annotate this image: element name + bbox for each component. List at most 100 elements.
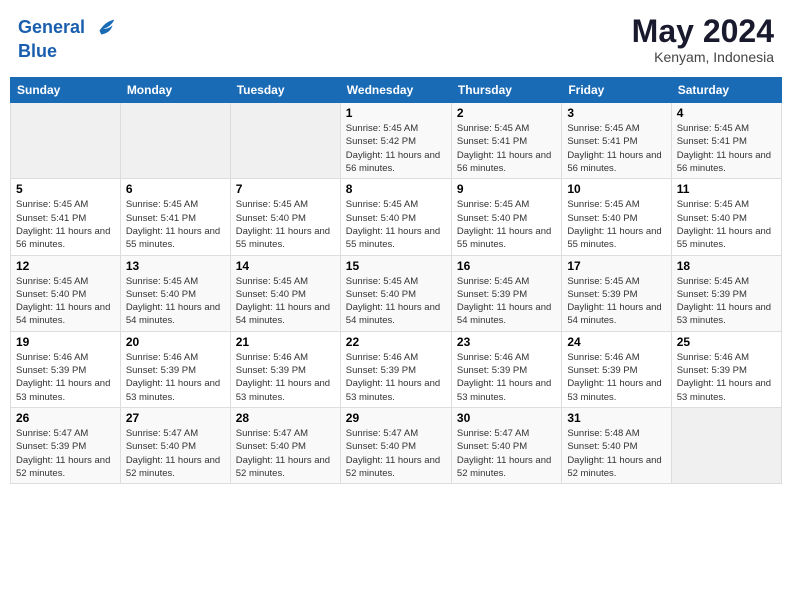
weekday-header-tuesday: Tuesday [230,78,340,103]
day-number: 1 [346,106,446,120]
day-info: Sunrise: 5:45 AM Sunset: 5:40 PM Dayligh… [346,275,446,328]
day-cell: 11Sunrise: 5:45 AM Sunset: 5:40 PM Dayli… [671,179,781,255]
day-cell: 24 Sunrise: 5:46 AM Sunset: 5:39 PM Dayli… [562,331,671,407]
day-info: Sunrise: 5:45 AM Sunset: 5:40 PM Dayligh… [126,275,225,328]
day-number: 10 [567,182,665,196]
day-number: 24 [567,335,665,349]
day-cell: 8 Sunrise: 5:45 AM Sunset: 5:40 PM Daylig… [340,179,451,255]
day-cell: 18Sunrise: 5:45 AM Sunset: 5:39 PM Dayli… [671,255,781,331]
day-number: 12 [16,259,115,273]
day-info: Sunrise: 5:46 AM Sunset: 5:39 PM Dayligh… [236,351,335,404]
week-row-1: 1 Sunrise: 5:45 AM Sunset: 5:42 PM Daylig… [11,103,782,179]
day-number: 6 [126,182,225,196]
day-cell: 26Sunrise: 5:47 AM Sunset: 5:39 PM Dayli… [11,407,121,483]
day-info: Sunrise: 5:47 AM Sunset: 5:40 PM Dayligh… [457,427,556,480]
location: Kenyam, Indonesia [632,49,774,65]
day-cell: 15 Sunrise: 5:45 AM Sunset: 5:40 PM Dayli… [340,255,451,331]
day-number: 8 [346,182,446,196]
weekday-header-wednesday: Wednesday [340,78,451,103]
day-number: 28 [236,411,335,425]
day-number: 27 [126,411,225,425]
day-info: Sunrise: 5:45 AM Sunset: 5:41 PM Dayligh… [126,198,225,251]
day-number: 22 [346,335,446,349]
day-cell: 10Sunrise: 5:45 AM Sunset: 5:40 PM Dayli… [562,179,671,255]
weekday-header-thursday: Thursday [451,78,561,103]
day-info: Sunrise: 5:45 AM Sunset: 5:39 PM Dayligh… [677,275,776,328]
week-row-2: 5 Sunrise: 5:45 AM Sunset: 5:41 PM Daylig… [11,179,782,255]
day-cell: 31 Sunrise: 5:48 AM Sunset: 5:40 PM Dayli… [562,407,671,483]
day-number: 19 [16,335,115,349]
day-number: 31 [567,411,665,425]
day-cell: 20 Sunrise: 5:46 AM Sunset: 5:39 PM Dayli… [120,331,230,407]
day-info: Sunrise: 5:45 AM Sunset: 5:40 PM Dayligh… [16,275,115,328]
day-info: Sunrise: 5:45 AM Sunset: 5:41 PM Dayligh… [457,122,556,175]
day-number: 11 [677,182,776,196]
day-number: 30 [457,411,556,425]
day-cell: 27 Sunrise: 5:47 AM Sunset: 5:40 PM Dayli… [120,407,230,483]
day-number: 4 [677,106,776,120]
day-info: Sunrise: 5:47 AM Sunset: 5:40 PM Dayligh… [126,427,225,480]
day-number: 9 [457,182,556,196]
weekday-header-monday: Monday [120,78,230,103]
day-cell: 4 Sunrise: 5:45 AM Sunset: 5:41 PM Daylig… [671,103,781,179]
day-cell: 13 Sunrise: 5:45 AM Sunset: 5:40 PM Dayli… [120,255,230,331]
day-info: Sunrise: 5:45 AM Sunset: 5:40 PM Dayligh… [457,198,556,251]
day-info: Sunrise: 5:47 AM Sunset: 5:40 PM Dayligh… [346,427,446,480]
day-cell [230,103,340,179]
day-cell: 7Sunrise: 5:45 AM Sunset: 5:40 PM Daylig… [230,179,340,255]
day-cell: 23Sunrise: 5:46 AM Sunset: 5:39 PM Dayli… [451,331,561,407]
day-cell: 12 Sunrise: 5:45 AM Sunset: 5:40 PM Dayli… [11,255,121,331]
day-info: Sunrise: 5:47 AM Sunset: 5:40 PM Dayligh… [236,427,335,480]
calendar-table: SundayMondayTuesdayWednesdayThursdayFrid… [10,77,782,484]
day-cell: 25Sunrise: 5:46 AM Sunset: 5:39 PM Dayli… [671,331,781,407]
week-row-3: 12 Sunrise: 5:45 AM Sunset: 5:40 PM Dayli… [11,255,782,331]
day-info: Sunrise: 5:45 AM Sunset: 5:40 PM Dayligh… [236,198,335,251]
month-title: May 2024 [632,14,774,49]
day-cell: 1 Sunrise: 5:45 AM Sunset: 5:42 PM Daylig… [340,103,451,179]
logo-text-blue: Blue [18,42,120,62]
week-row-4: 19 Sunrise: 5:46 AM Sunset: 5:39 PM Dayli… [11,331,782,407]
day-info: Sunrise: 5:46 AM Sunset: 5:39 PM Dayligh… [346,351,446,404]
logo: General Blue [18,14,120,62]
day-info: Sunrise: 5:46 AM Sunset: 5:39 PM Dayligh… [126,351,225,404]
day-cell: 14 Sunrise: 5:45 AM Sunset: 5:40 PM Dayli… [230,255,340,331]
day-cell: 28 Sunrise: 5:47 AM Sunset: 5:40 PM Dayli… [230,407,340,483]
weekday-header-saturday: Saturday [671,78,781,103]
day-info: Sunrise: 5:45 AM Sunset: 5:40 PM Dayligh… [346,198,446,251]
day-cell: 3Sunrise: 5:45 AM Sunset: 5:41 PM Daylig… [562,103,671,179]
day-info: Sunrise: 5:45 AM Sunset: 5:42 PM Dayligh… [346,122,446,175]
day-number: 23 [457,335,556,349]
day-cell [120,103,230,179]
day-number: 21 [236,335,335,349]
day-number: 20 [126,335,225,349]
day-cell: 9 Sunrise: 5:45 AM Sunset: 5:40 PM Daylig… [451,179,561,255]
day-info: Sunrise: 5:45 AM Sunset: 5:40 PM Dayligh… [236,275,335,328]
day-info: Sunrise: 5:48 AM Sunset: 5:40 PM Dayligh… [567,427,665,480]
day-number: 2 [457,106,556,120]
day-number: 25 [677,335,776,349]
day-info: Sunrise: 5:45 AM Sunset: 5:41 PM Dayligh… [677,122,776,175]
logo-text: General [18,14,120,42]
day-cell: 21 Sunrise: 5:46 AM Sunset: 5:39 PM Dayli… [230,331,340,407]
day-cell: 6 Sunrise: 5:45 AM Sunset: 5:41 PM Daylig… [120,179,230,255]
weekday-header-sunday: Sunday [11,78,121,103]
page-header: General Blue May 2024 Kenyam, Indonesia [10,10,782,69]
day-number: 13 [126,259,225,273]
day-number: 14 [236,259,335,273]
weekday-header-friday: Friday [562,78,671,103]
day-info: Sunrise: 5:46 AM Sunset: 5:39 PM Dayligh… [567,351,665,404]
week-row-5: 26Sunrise: 5:47 AM Sunset: 5:39 PM Dayli… [11,407,782,483]
day-info: Sunrise: 5:46 AM Sunset: 5:39 PM Dayligh… [16,351,115,404]
day-cell [671,407,781,483]
day-number: 15 [346,259,446,273]
day-cell: 17Sunrise: 5:45 AM Sunset: 5:39 PM Dayli… [562,255,671,331]
day-cell: 29 Sunrise: 5:47 AM Sunset: 5:40 PM Dayli… [340,407,451,483]
day-cell: 19 Sunrise: 5:46 AM Sunset: 5:39 PM Dayli… [11,331,121,407]
day-number: 16 [457,259,556,273]
day-number: 17 [567,259,665,273]
day-number: 29 [346,411,446,425]
day-cell: 2 Sunrise: 5:45 AM Sunset: 5:41 PM Daylig… [451,103,561,179]
day-cell: 22 Sunrise: 5:46 AM Sunset: 5:39 PM Dayli… [340,331,451,407]
day-number: 5 [16,182,115,196]
day-cell: 5Sunrise: 5:45 AM Sunset: 5:41 PM Daylig… [11,179,121,255]
